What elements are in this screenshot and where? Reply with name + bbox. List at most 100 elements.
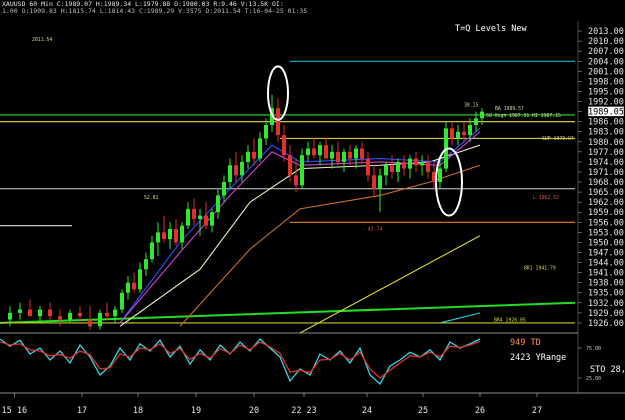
candle-body: [48, 309, 52, 317]
price-tick-label: 1986.00: [588, 118, 624, 128]
candle-body: [174, 229, 178, 243]
price-tick-label: 1941.00: [588, 269, 624, 279]
price-tick-label: 1977.00: [588, 148, 624, 158]
candles: [8, 94, 484, 330]
candle-body: [138, 269, 142, 290]
time-tick-label: 24: [362, 406, 372, 416]
price-tick-label: 1953.00: [588, 228, 624, 238]
candle-body: [294, 175, 298, 186]
annotation-label: T=Q Levels New: [455, 24, 528, 34]
price-tick-label: 1965.00: [588, 188, 624, 198]
green-trend: [0, 301, 576, 324]
candle-body: [324, 145, 328, 159]
price-tick-label: 1980.00: [588, 138, 624, 148]
candle-body: [480, 111, 484, 119]
candle-body: [402, 161, 406, 169]
price-tick-label: 1968.00: [588, 178, 624, 188]
sto-tick-label: 75.00: [586, 346, 601, 352]
price-tick-label: 1932.00: [588, 299, 624, 309]
candle-body: [68, 312, 72, 320]
candle-body: [210, 212, 214, 226]
candle-body: [378, 175, 382, 189]
candle-body: [58, 316, 62, 320]
candle-body: [198, 215, 202, 219]
candle-body: [282, 135, 286, 156]
candle-body: [126, 282, 130, 293]
candle-body: [222, 182, 226, 196]
time-tick-label: 22 23: [291, 406, 317, 416]
candle-body: [354, 148, 358, 159]
price-tick-label: 1983.00: [588, 128, 624, 138]
price-tick-label: 1992.00: [588, 98, 624, 108]
price-tick-label: 2010.00: [588, 37, 624, 47]
candle-body: [420, 161, 424, 166]
candle-body: [462, 131, 466, 136]
candle-body: [474, 118, 478, 125]
candle-body: [144, 259, 148, 270]
annotation-label: L 1962.52: [533, 195, 559, 201]
candle-body: [276, 108, 280, 136]
time-tick-label: 19: [191, 406, 201, 416]
candle-body: [342, 151, 346, 162]
candle-body: [246, 151, 250, 162]
price-tick-label: 1995.00: [588, 87, 624, 97]
price-tick-label: 1926.00: [588, 319, 624, 329]
candle-body: [414, 158, 418, 166]
sto-yrange-label: 2423 YRange: [510, 353, 566, 363]
price-tick-label: 1974.00: [588, 158, 624, 168]
candle-body: [426, 161, 430, 172]
candle-body: [192, 208, 196, 219]
candle-body: [306, 148, 310, 156]
candle-body: [330, 151, 334, 159]
price-chart[interactable]: T=Q Levels New 2011.54 52.81 BA 1989.57SU H…: [0, 0, 625, 420]
candle-body: [360, 148, 364, 159]
candle-body: [234, 165, 238, 176]
candle-body: [240, 161, 244, 176]
annotation-label: BA 1989.57: [495, 106, 524, 112]
annotation-label: SU High 1987.31: [486, 113, 529, 119]
candle-body: [98, 312, 102, 327]
candle-body: [120, 292, 124, 310]
stochastic-panel: 75.00 25.00 949 TD 2423 YRange STO 28,: [0, 332, 625, 394]
candle-body: [105, 312, 109, 317]
annotation-label: HI 1987.15: [532, 113, 561, 119]
time-tick-label: 17: [77, 406, 87, 416]
price-tick-label: 1938.00: [588, 279, 624, 289]
price-tick-label: 1989.05: [588, 107, 624, 117]
price-tick-label: 1956.00: [588, 218, 624, 228]
candle-body: [252, 151, 256, 159]
time-tick-label: 20: [249, 406, 259, 416]
annotation-label: - 43.74: [362, 227, 382, 233]
candle-body: [336, 151, 340, 162]
candle-body: [156, 232, 160, 243]
price-tick-label: 2013.00: [588, 27, 624, 37]
candle-body: [312, 148, 316, 156]
candle-body: [384, 165, 388, 176]
price-tick-label: 2001.00: [588, 67, 624, 77]
candle-body: [300, 155, 304, 186]
price-tick-label: 1959.00: [588, 208, 624, 218]
chart-root: XAUUSD 60 Min C:1989.07 H:1989.34 L:1979…: [0, 0, 625, 420]
candle-body: [8, 312, 12, 320]
candle-body: [390, 165, 394, 172]
candle-body: [216, 195, 220, 213]
candle-body: [88, 319, 92, 327]
candle-body: [180, 225, 184, 243]
annotation-label: BR4 1926.05: [494, 317, 526, 323]
annotation-label: 2011.54: [32, 37, 52, 43]
price-tick-label: 1935.00: [588, 289, 624, 299]
price-tick-label: 1962.00: [588, 198, 624, 208]
time-tick-label: 25: [418, 406, 428, 416]
candle-body: [204, 215, 208, 226]
time-axis: 15 16 17 18 19 20 22 23 24 25 26 27: [2, 393, 542, 416]
annotation-label: 38.15: [464, 103, 479, 109]
annotation-label: 52.81: [144, 195, 159, 201]
candle-body: [228, 165, 232, 183]
price-tick-label: 1950.00: [588, 238, 624, 248]
candle-body: [132, 282, 136, 290]
time-tick-label: 18: [133, 406, 143, 416]
price-tick-label: 1971.00: [588, 168, 624, 178]
time-tick-label: 15 16: [2, 406, 28, 416]
candle-body: [28, 309, 32, 317]
price-tick-label: 2007.00: [588, 47, 624, 57]
